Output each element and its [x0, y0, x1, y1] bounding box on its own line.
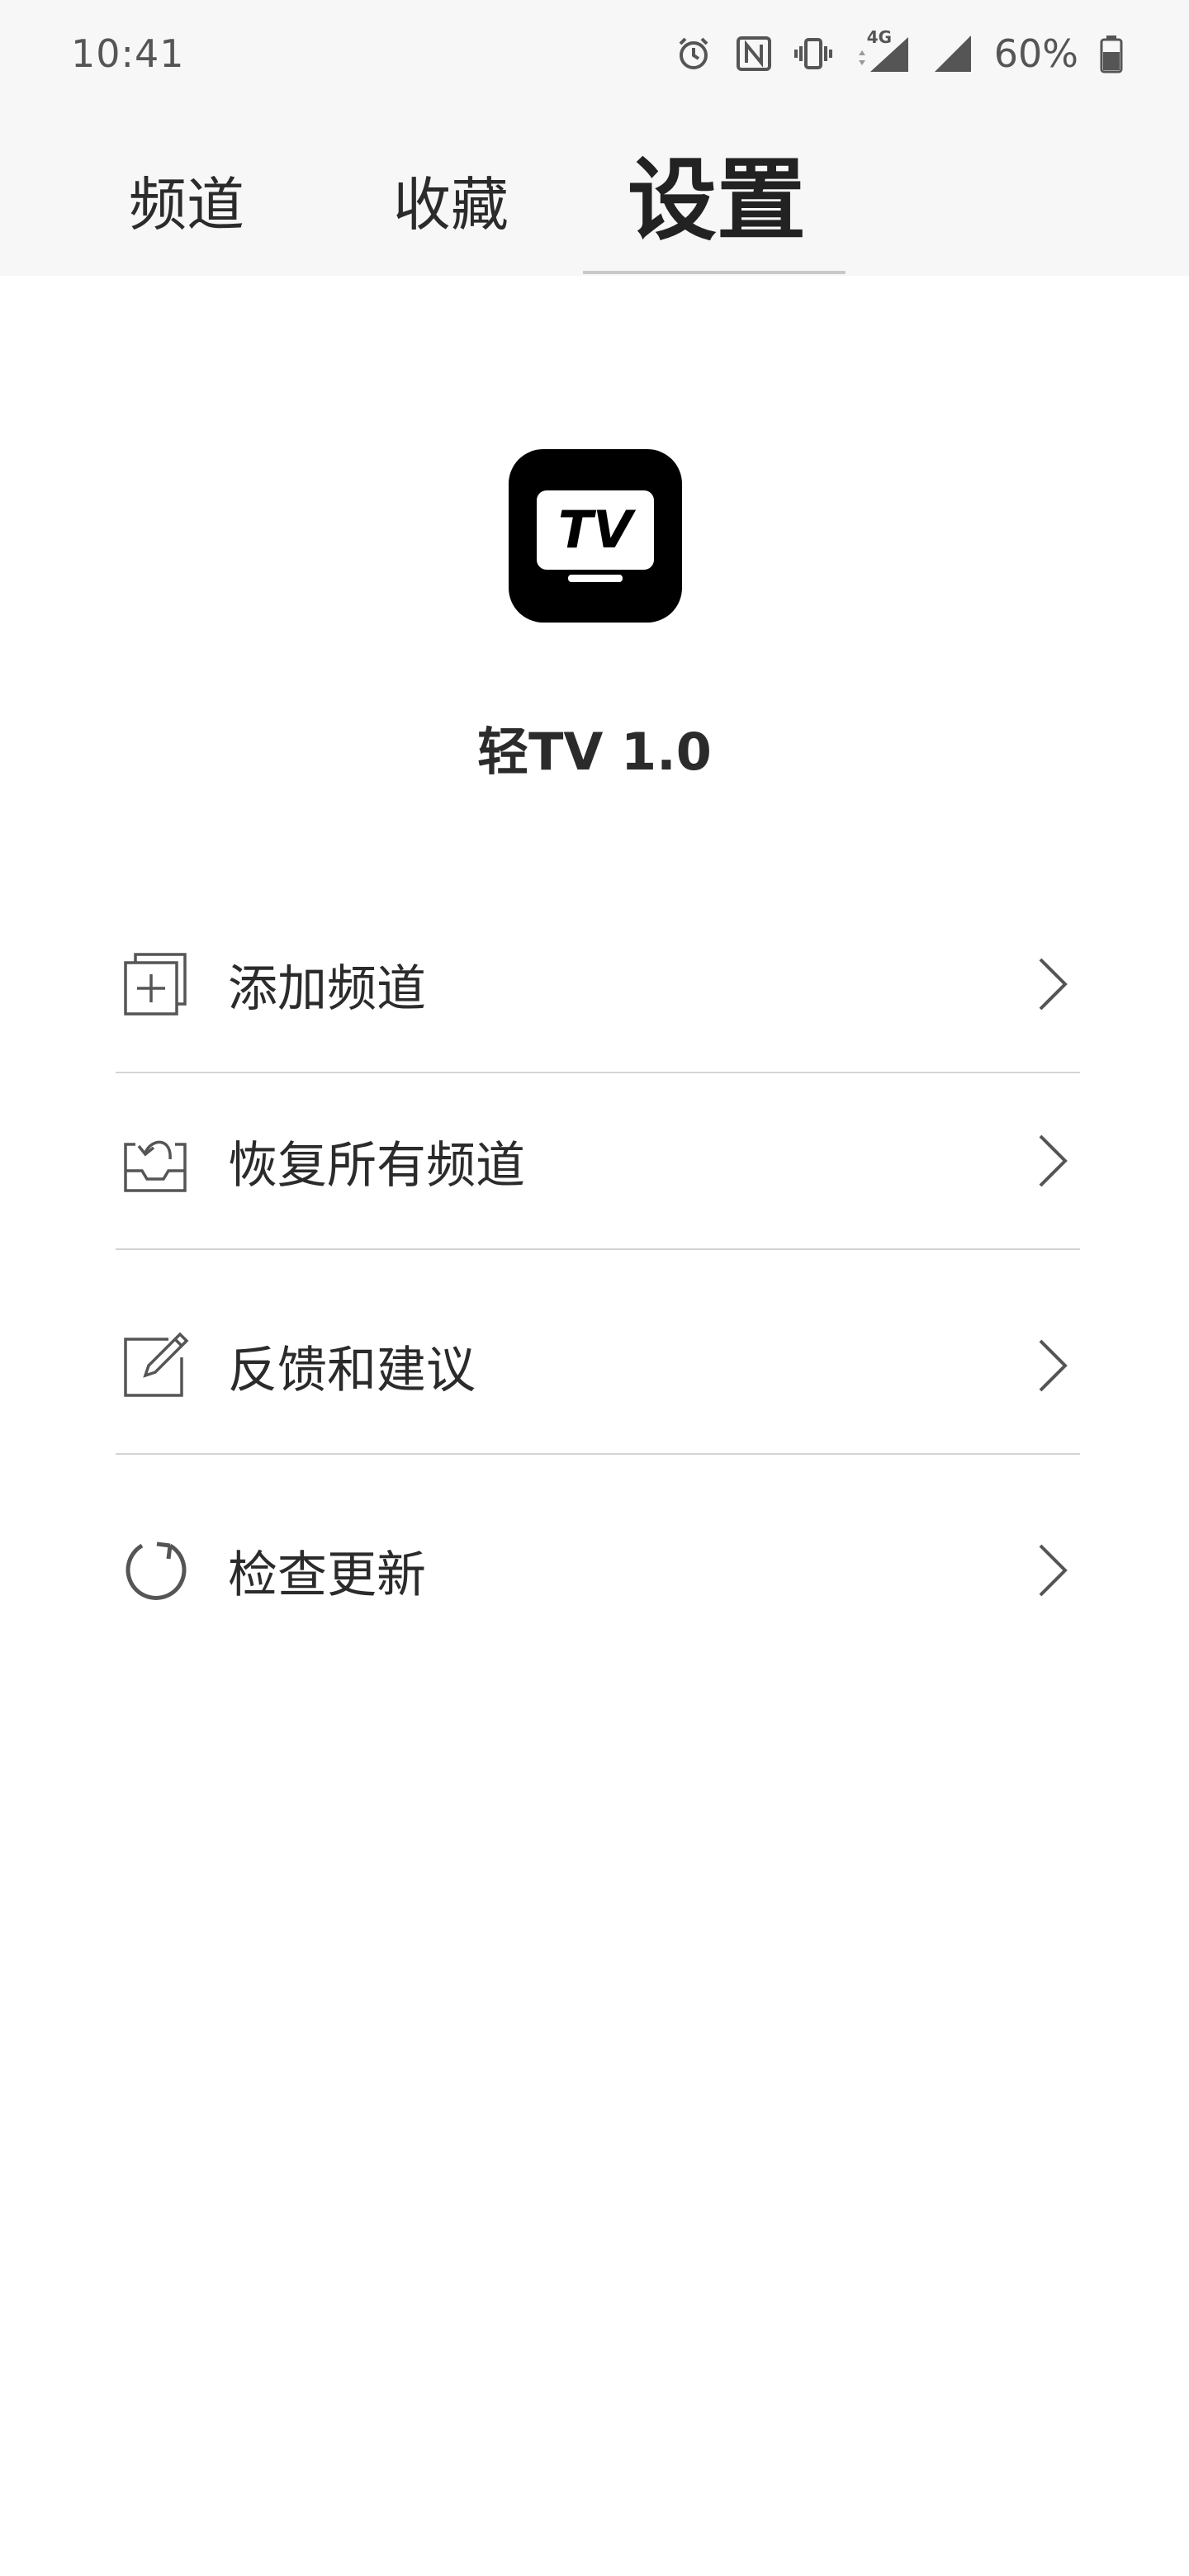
signal-icon	[933, 34, 973, 73]
edit-feedback-icon	[119, 1329, 192, 1402]
menu-item-add-channel[interactable]: 添加频道	[116, 948, 1080, 1020]
app-name-version: 轻TV 1.0	[477, 722, 712, 782]
menu-item-feedback[interactable]: 反馈和建议	[116, 1329, 1080, 1402]
add-channel-icon	[119, 948, 192, 1020]
menu-label-restore-channels: 恢复所有频道	[228, 1136, 525, 1195]
menu-item-restore-channels[interactable]: 恢复所有频道	[116, 1125, 1080, 1197]
active-tab-indicator	[583, 271, 846, 274]
battery-percent: 60%	[993, 31, 1078, 76]
tab-channels[interactable]: 频道	[129, 159, 244, 242]
network-type: 4G	[866, 27, 893, 47]
menu-label-check-update: 检查更新	[228, 1546, 426, 1604]
logo-text: TV	[558, 500, 637, 560]
chevron-right-icon	[1027, 1128, 1077, 1194]
network-indicator: 4G	[854, 27, 912, 73]
chevron-right-icon	[1027, 951, 1077, 1017]
menu-label-add-channel: 添加频道	[228, 959, 426, 1018]
app-logo: TV	[509, 449, 682, 623]
menu-label-feedback: 反馈和建议	[228, 1341, 476, 1399]
divider	[116, 1248, 1080, 1250]
vibrate-icon	[793, 35, 832, 73]
alarm-icon	[674, 34, 713, 73]
status-bar: 10:41 4G 60%	[0, 0, 1189, 107]
tab-bar: 频道 收藏 设置	[0, 107, 1189, 276]
tab-settings[interactable]: 设置	[628, 129, 806, 258]
chevron-right-icon	[1027, 1537, 1077, 1603]
menu-item-check-update[interactable]: 检查更新	[116, 1534, 1080, 1607]
tv-logo-icon: TV	[537, 490, 654, 582]
status-icons: 4G 60%	[674, 27, 1123, 76]
restore-inbox-icon	[119, 1125, 192, 1197]
divider	[116, 1072, 1080, 1073]
divider	[116, 1453, 1080, 1455]
chevron-right-icon	[1027, 1333, 1077, 1399]
status-time: 10:41	[71, 31, 185, 76]
nfc-icon	[735, 35, 773, 73]
refresh-icon	[119, 1534, 192, 1607]
battery-icon	[1100, 34, 1123, 73]
tab-favorites[interactable]: 收藏	[393, 159, 509, 242]
